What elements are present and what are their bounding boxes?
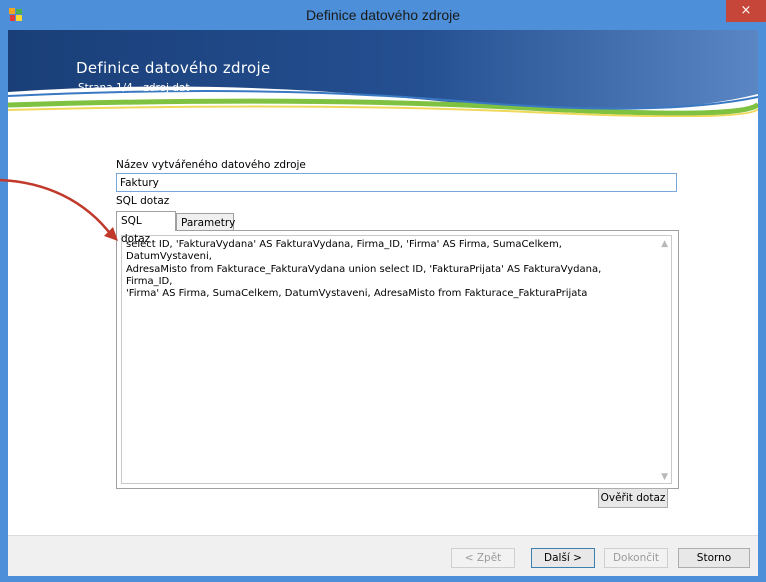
sql-label: SQL dotaz [116, 195, 170, 207]
next-button[interactable]: Další > [531, 548, 595, 568]
close-button[interactable]: × [726, 0, 766, 22]
header-subtitle: Strana 1/4 - zdroj dat [78, 82, 190, 94]
header-title: Definice datového zdroje [76, 59, 271, 77]
back-button[interactable]: < Zpět [451, 548, 515, 568]
name-label: Název vytvářeného datového zdroje [116, 159, 306, 171]
title-bar[interactable]: Definice datového zdroje × [0, 0, 766, 30]
sql-tab-panel: select ID, 'FakturaVydana' AS FakturaVyd… [116, 230, 679, 489]
form-area: Název vytvářeného datového zdroje SQL do… [8, 117, 758, 535]
tab-sql-query[interactable]: SQL dotaz [116, 211, 176, 245]
verify-query-button[interactable]: Ověřit dotaz [598, 488, 668, 508]
tab-parameters[interactable]: Parametry [176, 213, 235, 231]
datasource-name-input[interactable] [116, 173, 677, 192]
header-banner: Definice datového zdroje Strana 1/4 - zd… [8, 30, 758, 117]
sql-query-textarea[interactable]: select ID, 'FakturaVydana' AS FakturaVyd… [121, 235, 672, 484]
window-frame-left [0, 30, 8, 582]
dialog-window: Definice datového zdroje × Definice dato… [0, 0, 766, 582]
finish-button[interactable]: Dokončit [604, 548, 668, 568]
scroll-up-icon[interactable]: ▲ [661, 239, 668, 249]
wizard-footer: < Zpět Další > Dokončit Storno [8, 535, 758, 576]
window-title: Definice datového zdroje [305, 7, 461, 23]
window-frame-right [758, 30, 766, 582]
cancel-button[interactable]: Storno [678, 548, 750, 568]
scroll-down-icon[interactable]: ▼ [661, 472, 668, 482]
sql-query-text: select ID, 'FakturaVydana' AS FakturaVyd… [126, 239, 602, 300]
window-frame-bottom [0, 575, 766, 582]
